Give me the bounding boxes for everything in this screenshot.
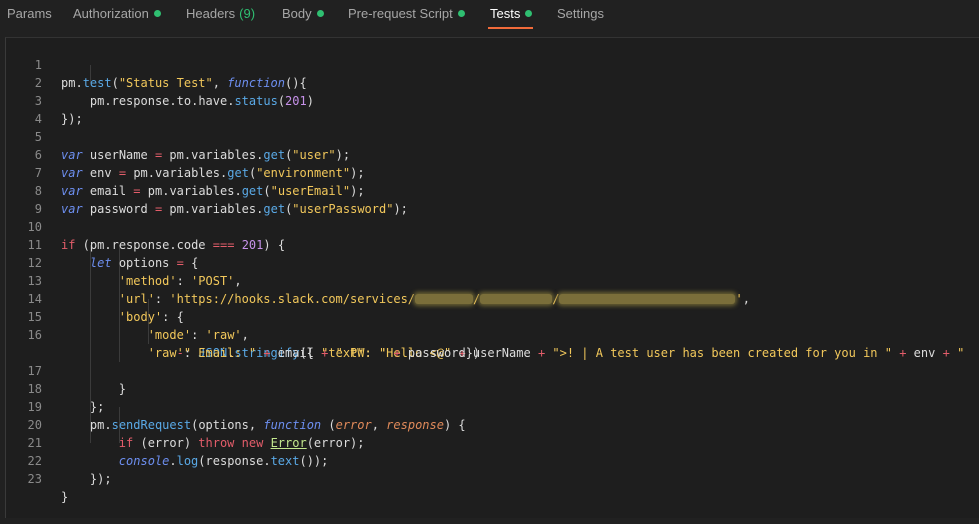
code-text: } <box>61 490 69 504</box>
code-line: 21 console.log(response.text()); <box>6 416 978 468</box>
code-text: }); <box>61 472 112 486</box>
tab-pre-request-script[interactable]: Pre-request Script <box>348 6 465 26</box>
code-line: 14 'body': { <box>6 272 978 324</box>
code-line: 6 var env = pm.variables.get("environmen… <box>6 128 978 180</box>
code-line: 16 'raw': JSON.stringify({ "text": "Hell… <box>6 308 978 360</box>
tab-label: Body <box>282 6 312 21</box>
code-line: 11 let options = { <box>6 218 978 270</box>
tab-label: Tests <box>490 6 521 21</box>
status-dot-icon <box>525 10 533 17</box>
code-line: 4 <box>6 92 978 126</box>
code-line: 18 }; <box>6 362 978 414</box>
code-line: 13 'url': 'https://hooks.slack.com/servi… <box>6 254 978 306</box>
tab-params[interactable]: Params <box>7 6 52 26</box>
code-line: 7 var email = pm.variables.get("userEmai… <box>6 146 978 198</box>
active-tab-indicator <box>488 27 533 29</box>
tab-label: Headers <box>186 6 236 21</box>
code-line: 5 var userName = pm.variables.get("user"… <box>6 110 978 162</box>
code-line: 19 pm.sendRequest(options, function (err… <box>6 380 978 432</box>
code-line: 2 pm.response.to.have.status(201) <box>6 56 978 108</box>
code-line: 22 }); <box>6 434 978 486</box>
tab-tests[interactable]: Tests <box>490 6 533 26</box>
tab-label: Settings <box>557 6 604 21</box>
code-line: 9 <box>6 182 978 216</box>
status-dot-icon <box>457 10 465 17</box>
status-dot-icon <box>316 10 324 17</box>
code-editor[interactable]: 1 pm.test("Status Test", function(){ 2 p… <box>5 37 979 518</box>
code-line: 17 } <box>6 344 978 396</box>
tab-label: Authorization <box>73 6 149 21</box>
tab-headers[interactable]: Headers (9) <box>186 6 255 26</box>
tab-label: Pre-request Script <box>348 6 453 21</box>
line-number: 23 <box>27 472 42 486</box>
tab-body[interactable]: Body <box>282 6 324 26</box>
code-line: 12 'method': 'POST', <box>6 236 978 288</box>
code-line: 3 }); <box>6 74 978 126</box>
code-line: 10 if (pm.response.code === 201) { <box>6 200 978 252</box>
code-line: 23 } <box>6 452 978 504</box>
code-line: 8 var password = pm.variables.get("userP… <box>6 164 978 216</box>
tab-settings[interactable]: Settings <box>557 6 604 26</box>
status-dot-icon <box>153 10 161 17</box>
code-line: 20 if (error) throw new Error(error); <box>6 398 978 450</box>
code-line-wrap: -" Email: " + email + " PW: " + password… <box>6 326 978 360</box>
code-line: 1 pm.test("Status Test", function(){ <box>6 38 978 90</box>
request-tab-bar: Params Authorization Headers (9) Body Pre… <box>0 0 979 34</box>
tab-label: Params <box>7 6 52 21</box>
tab-authorization[interactable]: Authorization <box>73 6 161 26</box>
headers-count: (9) <box>239 6 256 21</box>
code-line: 15 'mode': 'raw', <box>6 290 978 342</box>
